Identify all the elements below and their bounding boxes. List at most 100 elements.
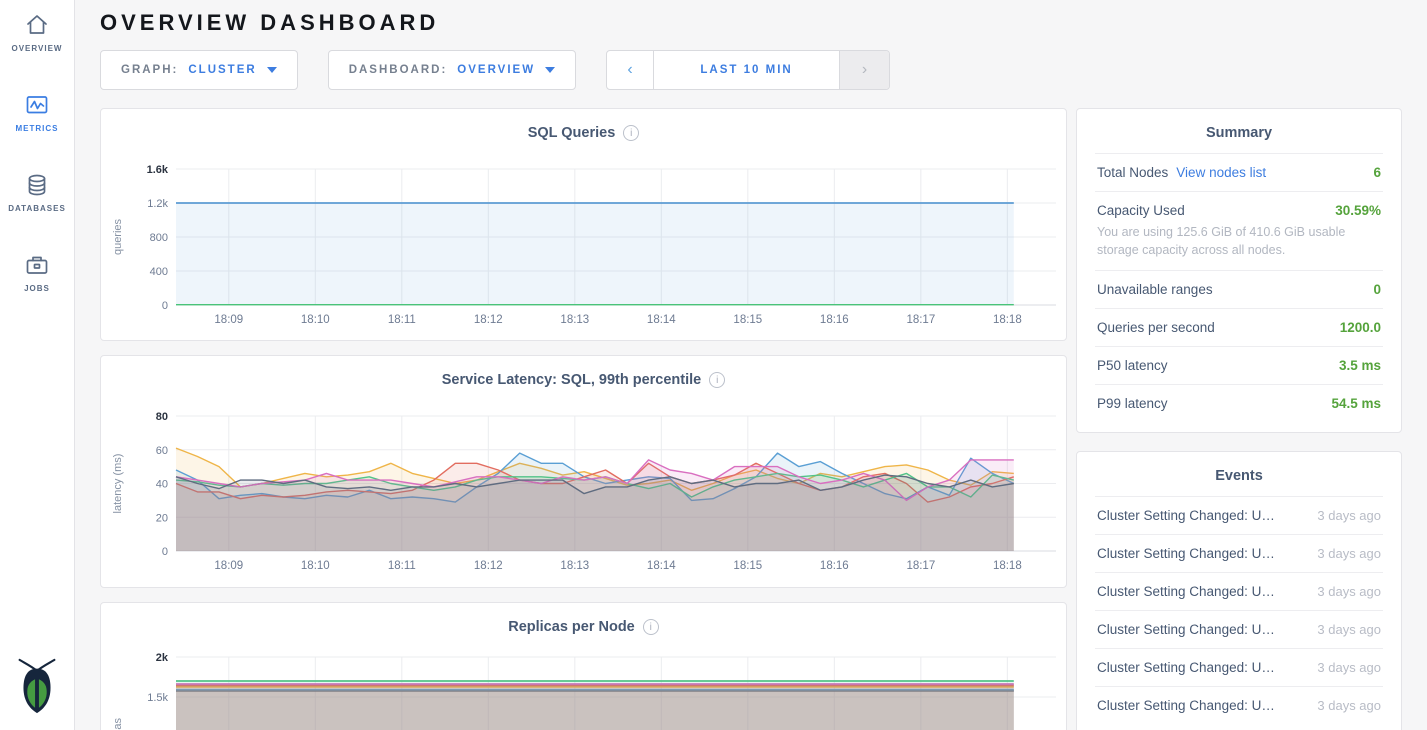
svg-text:18:09: 18:09 <box>214 314 243 326</box>
svg-text:80: 80 <box>156 411 168 423</box>
svg-text:18:17: 18:17 <box>906 314 935 326</box>
chevron-left-icon: ‹ <box>627 61 632 79</box>
svg-text:18:10: 18:10 <box>301 560 330 572</box>
svg-text:latency (ms): latency (ms) <box>112 454 124 514</box>
svg-text:1.6k: 1.6k <box>147 164 169 176</box>
time-window-selector: ‹ LAST 10 MIN › <box>606 50 890 90</box>
dashboard-dropdown-label: DASHBOARD: <box>349 64 448 76</box>
info-icon[interactable]: i <box>643 619 659 635</box>
summary-value: 1200.0 <box>1340 320 1381 335</box>
summary-row-p99-latency: P99 latency 54.5 ms <box>1095 384 1383 422</box>
time-window-next-button[interactable]: › <box>839 51 889 89</box>
svg-text:18:11: 18:11 <box>388 560 416 572</box>
info-icon[interactable]: i <box>623 125 639 141</box>
chevron-down-icon <box>267 67 277 73</box>
summary-row-unavailable-ranges: Unavailable ranges 0 <box>1095 270 1383 308</box>
svg-text:18:11: 18:11 <box>388 314 416 326</box>
summary-row-total-nodes: Total Nodes View nodes list 6 <box>1095 153 1383 191</box>
svg-text:18:10: 18:10 <box>301 314 330 326</box>
graph-dropdown-label: GRAPH: <box>121 64 178 76</box>
svg-text:400: 400 <box>150 266 168 278</box>
summary-value: 30.59% <box>1335 203 1381 218</box>
summary-panel: Summary Total Nodes View nodes list 6 Ca… <box>1076 108 1402 433</box>
events-panel: Events Cluster Setting Changed: U… 3 day… <box>1076 451 1402 730</box>
svg-text:18:17: 18:17 <box>906 560 935 572</box>
sidebar-item-label: METRICS <box>16 124 59 133</box>
svg-text:18:15: 18:15 <box>733 560 762 572</box>
svg-text:18:18: 18:18 <box>993 314 1022 326</box>
svg-text:0: 0 <box>162 546 168 558</box>
sidebar-item-jobs[interactable]: JOBS <box>0 240 74 320</box>
event-row: Cluster Setting Changed: U… 3 days ago <box>1095 648 1383 686</box>
event-row: Cluster Setting Changed: U… 3 days ago <box>1095 610 1383 648</box>
capacity-subtext: You are using 125.6 GiB of 410.6 GiB usa… <box>1097 223 1367 259</box>
time-window-prev-button[interactable]: ‹ <box>607 51 654 89</box>
svg-text:18:16: 18:16 <box>820 314 849 326</box>
replicas-per-node-chart[interactable]: 18:0918:1018:1118:1218:1318:1418:1518:16… <box>101 651 1066 730</box>
metrics-icon <box>24 92 50 118</box>
sidebar-item-overview[interactable]: OVERVIEW <box>0 0 74 80</box>
summary-row-p50-latency: P50 latency 3.5 ms <box>1095 346 1383 384</box>
summary-value: 0 <box>1373 282 1381 297</box>
sql-queries-chart[interactable]: 18:09 18:10 18:11 18:12 18:13 18:14 18:15 18:16… <box>101 163 1066 331</box>
sidebar-item-label: OVERVIEW <box>12 44 63 53</box>
summary-row-capacity-used: Capacity Used 30.59% You are using 125.6… <box>1095 191 1383 270</box>
chart-card-replicas-per-node: Replicas per Node i 18:0918:1018:1118:12… <box>100 602 1067 730</box>
event-row: Cluster Setting Changed: U… 3 days ago <box>1095 686 1383 724</box>
svg-text:18:12: 18:12 <box>474 560 503 572</box>
page-title: OVERVIEW DASHBOARD <box>75 0 1427 36</box>
graph-dropdown[interactable]: GRAPH: CLUSTER <box>100 50 298 90</box>
chart-card-sql-queries: SQL Queries i 18:0918:1018:1118:1218:131… <box>100 108 1067 341</box>
svg-text:18:14: 18:14 <box>647 314 676 326</box>
chart-card-service-latency: Service Latency: SQL, 99th percentile i … <box>100 355 1067 588</box>
dashboard-dropdown-value: OVERVIEW <box>457 64 535 76</box>
sidebar-item-metrics[interactable]: METRICS <box>0 80 74 160</box>
summary-value: 3.5 ms <box>1339 358 1381 373</box>
chart-title: Service Latency: SQL, 99th percentile <box>442 372 702 388</box>
event-row: Cluster Setting Changed: U… 3 days ago <box>1095 496 1383 534</box>
svg-text:800: 800 <box>150 232 168 244</box>
time-window-label-button[interactable]: LAST 10 MIN <box>654 51 839 89</box>
sidebar: OVERVIEW METRICS DATABASES JOBS <box>0 0 75 730</box>
event-row: Cluster Setting Changed: U… 3 days ago <box>1095 572 1383 610</box>
charts-column: SQL Queries i 18:09 18:10 18:11 18:12 18:13 1… <box>100 108 1067 730</box>
svg-text:2k: 2k <box>156 652 169 664</box>
chevron-right-icon: › <box>862 61 867 79</box>
svg-text:18:16: 18:16 <box>820 560 849 572</box>
svg-text:40: 40 <box>156 479 168 491</box>
info-icon[interactable]: i <box>709 372 725 388</box>
svg-text:18:12: 18:12 <box>474 314 503 326</box>
svg-text:60: 60 <box>156 445 168 457</box>
view-nodes-list-link[interactable]: View nodes list <box>1176 165 1266 180</box>
sidebar-item-databases[interactable]: DATABASES <box>0 160 74 240</box>
svg-text:18:15: 18:15 <box>733 314 762 326</box>
controls-bar: GRAPH: CLUSTER DASHBOARD: OVERVIEW ‹ LAS… <box>100 50 1402 90</box>
svg-text:18:18: 18:18 <box>993 560 1022 572</box>
svg-text:18:14: 18:14 <box>647 560 676 572</box>
svg-text:queries: queries <box>112 218 124 255</box>
service-latency-chart[interactable]: 18:09 18:10 18:11 18:12 18:13 18:14 18:15 18:16… <box>101 410 1066 577</box>
svg-text:18:09: 18:09 <box>214 560 243 572</box>
svg-text:20: 20 <box>156 512 168 524</box>
svg-text:1.5k: 1.5k <box>147 692 168 704</box>
dashboard-dropdown[interactable]: DASHBOARD: OVERVIEW <box>328 50 576 90</box>
event-row: Cluster Setting Changed: U… 3 days ago <box>1095 534 1383 572</box>
sidebar-item-label: JOBS <box>24 284 50 293</box>
summary-value: 6 <box>1373 165 1381 180</box>
right-column: Summary Total Nodes View nodes list 6 Ca… <box>1076 108 1402 730</box>
svg-text:18:13: 18:13 <box>560 314 589 326</box>
svg-text:0: 0 <box>162 300 168 312</box>
chart-title: SQL Queries <box>528 125 616 141</box>
summary-title: Summary <box>1095 125 1383 141</box>
summary-row-queries-per-second: Queries per second 1200.0 <box>1095 308 1383 346</box>
svg-text:replicas: replicas <box>112 718 124 730</box>
home-icon <box>24 12 50 38</box>
graph-dropdown-value: CLUSTER <box>188 64 256 76</box>
database-icon <box>24 172 50 198</box>
cockroachdb-logo[interactable] <box>14 657 60 720</box>
events-title: Events <box>1095 468 1383 484</box>
chart-title: Replicas per Node <box>508 619 635 635</box>
summary-value: 54.5 ms <box>1331 396 1381 411</box>
svg-text:18:13: 18:13 <box>560 560 589 572</box>
briefcase-icon <box>24 252 50 278</box>
